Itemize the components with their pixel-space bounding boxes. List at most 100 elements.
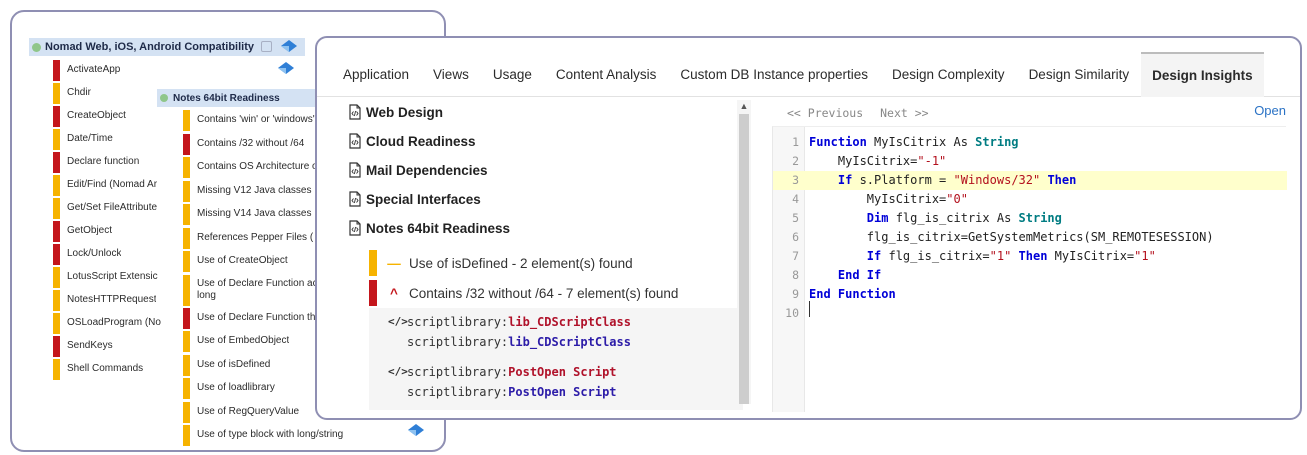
- function-item[interactable]: ActivateApp: [53, 60, 171, 83]
- line-number: 5: [792, 211, 799, 225]
- readiness-check-label: Use of isDefined: [197, 358, 271, 370]
- readiness-check-label: References Pepper Files (: [197, 231, 314, 243]
- severity-bar: [183, 401, 190, 423]
- severity-bar: [183, 425, 190, 446]
- severity-bar: [53, 244, 60, 265]
- function-item[interactable]: Lock/Unlock: [53, 244, 171, 267]
- readiness-check-label: Use of Declare Function tha: [197, 311, 321, 323]
- ref-element-name[interactable]: lib_CDScriptClass: [508, 315, 631, 329]
- insight-category[interactable]: Cloud Readiness: [347, 133, 476, 149]
- root-node-nomad-compatibility[interactable]: Nomad Web, iOS, Android Compatibility: [29, 38, 305, 56]
- code-line: 2 MyIsCitrix="-1": [773, 152, 1287, 171]
- code-viewer: << Previous Next >> Open 1 Function MyIsC…: [772, 100, 1287, 418]
- notes-64bit-node[interactable]: Notes 64bit Readiness: [157, 89, 317, 107]
- insight-category[interactable]: Web Design: [347, 104, 443, 120]
- code-line: 9 End Function: [773, 285, 1287, 304]
- severity-bar: [183, 274, 190, 306]
- function-item[interactable]: LotusScript Extensic: [53, 267, 171, 290]
- severity-bar: [369, 280, 377, 306]
- code-tag-icon: </>: [388, 365, 408, 378]
- expand-diamond-icon[interactable]: [408, 424, 424, 436]
- code-line: 3 If s.Platform = "Windows/32" Then: [773, 171, 1287, 190]
- notes-64bit-label: Notes 64bit Readiness: [173, 92, 280, 104]
- ref-element-name[interactable]: PostOpen Script: [508, 365, 616, 379]
- function-item[interactable]: Get/Set FileAttribute: [53, 198, 171, 221]
- function-item[interactable]: GetObject: [53, 221, 171, 244]
- code-reference[interactable]: </> scriptlibrary:lib_CDScriptClass script…: [388, 312, 631, 352]
- severity-bar: [53, 129, 60, 150]
- code-editor[interactable]: 1 Function MyIsCitrix As String 2 MyIsCit…: [772, 126, 1287, 412]
- code-line: 5 Dim flg_is_citrix As String: [773, 209, 1287, 228]
- severity-bar: [183, 227, 190, 249]
- function-item[interactable]: CreateObject: [53, 106, 171, 129]
- function-item[interactable]: OSLoadProgram (No: [53, 313, 171, 336]
- design-insights-panel: Application Views Usage Content Analysis Cus…: [315, 36, 1302, 420]
- insight-category[interactable]: Mail Dependencies: [347, 162, 488, 178]
- insight-category-label: Cloud Readiness: [366, 133, 476, 149]
- insight-category[interactable]: Special Interfaces: [347, 191, 481, 207]
- ref-element-link[interactable]: lib_CDScriptClass: [508, 335, 631, 349]
- insights-list: Web Design Cloud Readiness Mail Dependenci…: [341, 100, 753, 418]
- insight-category-label: Notes 64bit Readiness: [366, 220, 511, 236]
- tab-design-similarity[interactable]: Design Similarity: [1017, 52, 1142, 97]
- scroll-up-icon[interactable]: ▲: [737, 100, 751, 112]
- tab-views[interactable]: Views: [421, 52, 481, 97]
- ref-prefix: scriptlibrary:: [407, 315, 509, 329]
- function-item-label: SendKeys: [67, 340, 113, 351]
- function-item[interactable]: Shell Commands: [53, 359, 171, 382]
- tab-content-analysis[interactable]: Content Analysis: [544, 52, 669, 97]
- readiness-check-label: Contains OS Architecture o: [197, 161, 318, 172]
- insight-category[interactable]: Notes 64bit Readiness: [347, 220, 510, 236]
- tab-application[interactable]: Application: [331, 52, 421, 97]
- tab-usage[interactable]: Usage: [481, 52, 544, 97]
- code-reference[interactable]: </> scriptlibrary:PostOpen Script scriptli…: [388, 362, 617, 402]
- next-button[interactable]: Next >>: [880, 106, 928, 120]
- severity-bar: [53, 60, 60, 81]
- function-item-label: Date/Time: [67, 133, 113, 144]
- insight-finding-label: Use of isDefined - 2 element(s) found: [409, 255, 633, 271]
- copy-icon[interactable]: [261, 41, 272, 52]
- line-number: 10: [785, 306, 799, 320]
- severity-bar: [53, 359, 60, 380]
- function-item[interactable]: SendKeys: [53, 336, 171, 359]
- scroll-thumb[interactable]: [739, 114, 749, 404]
- function-item[interactable]: Chdir: [53, 83, 171, 106]
- code-document-icon: [347, 104, 363, 120]
- code-line: 10: [773, 304, 1287, 323]
- severity-bar: [53, 290, 60, 311]
- chevron-up-icon[interactable]: ^: [387, 286, 401, 301]
- severity-bar: [53, 198, 60, 219]
- function-item[interactable]: Declare function: [53, 152, 171, 175]
- open-link[interactable]: Open: [1254, 103, 1286, 118]
- tab-custom-db-instance-properties[interactable]: Custom DB Instance properties: [668, 52, 880, 97]
- expand-diamond-icon[interactable]: [281, 40, 297, 52]
- collapsed-dash-icon[interactable]: —: [387, 256, 401, 271]
- severity-bar: [369, 250, 377, 276]
- tab-bar: Application Views Usage Content Analysis Cus…: [317, 51, 1300, 97]
- insight-finding[interactable]: — Use of isDefined - 2 element(s) found: [369, 250, 749, 276]
- ref-prefix: scriptlibrary:: [407, 335, 509, 349]
- tab-design-insights[interactable]: Design Insights: [1141, 51, 1264, 97]
- insights-scrollbar[interactable]: ▲: [737, 100, 751, 404]
- code-document-icon: [347, 162, 363, 178]
- previous-button[interactable]: << Previous: [787, 106, 863, 120]
- tab-design-complexity[interactable]: Design Complexity: [880, 52, 1017, 97]
- function-item[interactable]: Date/Time: [53, 129, 171, 152]
- function-item[interactable]: NotesHTTPRequest: [53, 290, 171, 313]
- code-tag-icon: </>: [388, 315, 408, 328]
- code-line: 1 Function MyIsCitrix As String: [773, 133, 1287, 152]
- line-number: 3: [792, 173, 799, 187]
- function-item-label: OSLoadProgram (No: [67, 317, 161, 328]
- expand-diamond-icon[interactable]: [278, 62, 294, 74]
- ref-element-link[interactable]: PostOpen Script: [508, 385, 616, 399]
- severity-bar: [53, 221, 60, 242]
- status-dot-icon: [32, 42, 41, 52]
- readiness-check-item[interactable]: Use of type block with long/string: [183, 425, 343, 449]
- insight-finding[interactable]: ^ Contains /32 without /64 - 7 element(s)…: [369, 280, 749, 306]
- line-number: 2: [792, 154, 799, 168]
- severity-bar: [53, 336, 60, 357]
- function-item-label: ActivateApp: [67, 64, 121, 75]
- severity-bar: [53, 175, 60, 196]
- function-item[interactable]: Edit/Find (Nomad Ar: [53, 175, 171, 198]
- code-line: 7 If flg_is_citrix="1" Then MyIsCitrix="…: [773, 247, 1287, 266]
